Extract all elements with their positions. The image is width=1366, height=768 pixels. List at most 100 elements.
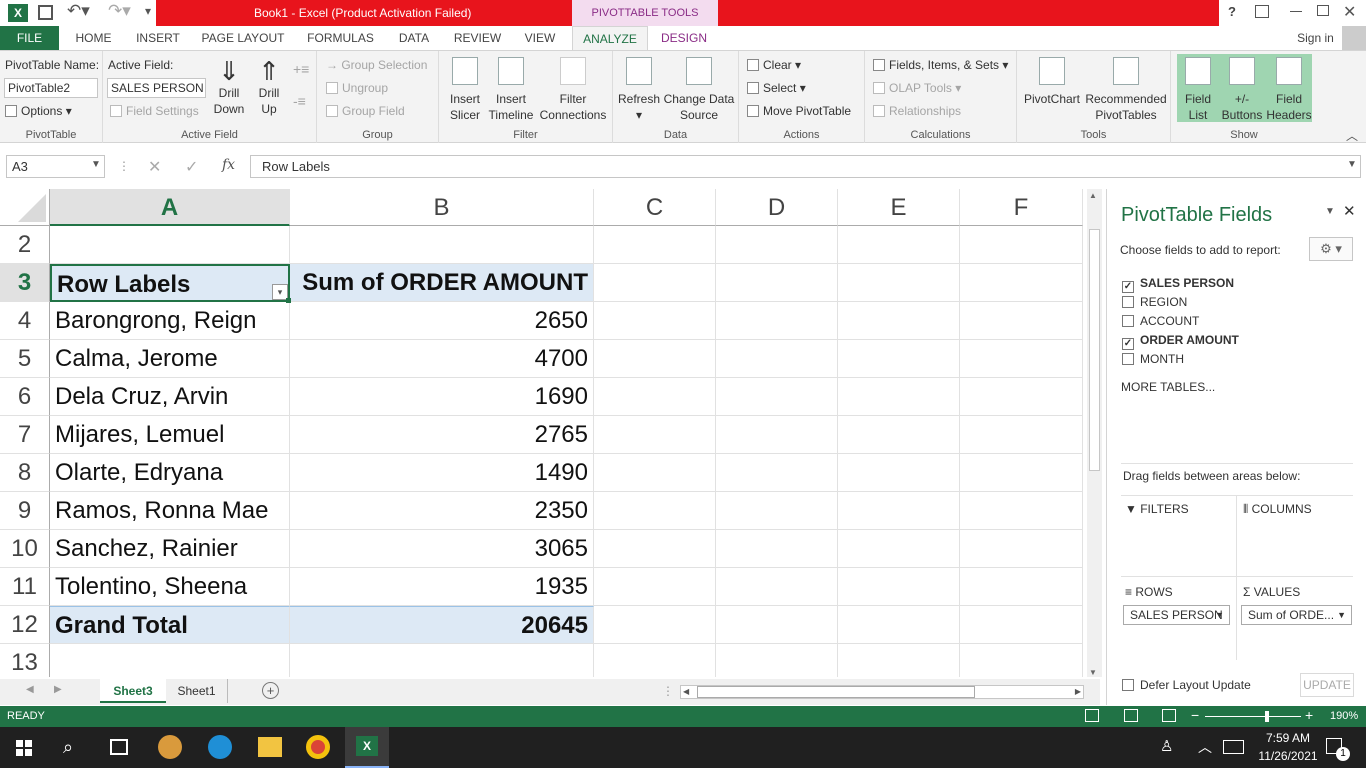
task-view-icon[interactable] — [110, 739, 128, 755]
zoom-in-icon[interactable]: + — [1305, 707, 1313, 723]
drill-up-button[interactable]: ⇑ Drill Up — [253, 57, 285, 117]
pivot-row-value[interactable]: 2765 — [290, 416, 594, 454]
expand-formula-icon[interactable]: ▼ — [1347, 159, 1357, 170]
cell[interactable] — [594, 378, 716, 416]
field-item[interactable]: ✓ SALES PERSON — [1122, 276, 1234, 293]
horizontal-scrollbar[interactable]: ◀ ▶ — [680, 685, 1084, 699]
tab-view[interactable]: VIEW — [520, 26, 560, 50]
pane-options-icon[interactable]: ▼ — [1325, 206, 1335, 217]
paint-app-icon[interactable] — [158, 735, 182, 759]
formula-input[interactable]: Row Labels — [250, 155, 1361, 178]
show-hidden-icons-icon[interactable]: ︿ — [1198, 737, 1212, 757]
vertical-scroll-thumb[interactable] — [1089, 229, 1100, 471]
tab-page-layout[interactable]: PAGE LAYOUT — [199, 26, 287, 50]
row-header[interactable]: 2 — [0, 226, 50, 264]
rows-field-sales-person[interactable]: SALES PERSON ▼ — [1123, 605, 1230, 625]
tab-design[interactable]: DESIGN — [656, 26, 712, 50]
keyboard-icon[interactable] — [1223, 740, 1244, 754]
row-header[interactable]: 10 — [0, 530, 50, 568]
row-header[interactable]: 7 — [0, 416, 50, 454]
cell[interactable] — [594, 492, 716, 530]
change-data-source-button[interactable]: Change Data Source — [661, 57, 737, 123]
row-header[interactable]: 12 — [0, 606, 50, 644]
cell[interactable] — [838, 302, 960, 340]
pivotchart-button[interactable]: PivotChart — [1021, 57, 1083, 107]
field-headers-button[interactable]: Field Headers — [1266, 57, 1312, 123]
row-header[interactable]: 6 — [0, 378, 50, 416]
filter-connections-button[interactable]: Filter Connections — [537, 57, 609, 123]
tab-review[interactable]: REVIEW — [450, 26, 505, 50]
tab-data[interactable]: DATA — [394, 26, 434, 50]
pivot-row-value[interactable]: 2650 — [290, 302, 594, 340]
sign-in-link[interactable]: Sign in — [1293, 26, 1338, 50]
grand-total-label[interactable]: Grand Total — [50, 606, 290, 644]
pivot-row-label[interactable]: Calma, Jerome — [50, 340, 290, 378]
cell[interactable] — [716, 416, 838, 454]
pivot-row-label[interactable]: Tolentino, Sheena — [50, 568, 290, 606]
windows-start-icon[interactable] — [16, 740, 32, 756]
pivot-row-label[interactable]: Barongrong, Reign — [50, 302, 290, 340]
taskbar-date[interactable]: 11/26/2021 — [1252, 749, 1324, 763]
cell[interactable] — [594, 530, 716, 568]
cell[interactable] — [716, 492, 838, 530]
cell[interactable] — [838, 378, 960, 416]
cell[interactable] — [594, 226, 716, 264]
expand-field-icon[interactable]: +≡ — [293, 61, 309, 77]
avatar-icon[interactable] — [1342, 26, 1366, 50]
cell[interactable] — [960, 492, 1083, 530]
row-header[interactable]: 13 — [0, 644, 50, 677]
prev-sheet-icon[interactable]: ◀ — [26, 684, 34, 695]
pivottable-name-input[interactable]: PivotTable2 — [4, 78, 98, 98]
taskbar-time[interactable]: 7:59 AM — [1252, 731, 1324, 745]
clear-button[interactable]: Clear ▾ — [747, 58, 801, 72]
more-tables-link[interactable]: MORE TABLES... — [1121, 380, 1215, 394]
field-item[interactable]: REGION — [1122, 295, 1187, 309]
rows-area[interactable]: ≡ ROWS — [1125, 585, 1173, 599]
row-header[interactable]: 5 — [0, 340, 50, 378]
cell[interactable] — [594, 644, 716, 677]
customize-qat-icon[interactable]: ▾ — [145, 4, 151, 18]
zoom-level[interactable]: 190% — [1330, 710, 1358, 722]
values-field-sum-order[interactable]: Sum of ORDE... ▼ — [1241, 605, 1352, 625]
column-header-d[interactable]: D — [716, 189, 838, 226]
cell[interactable] — [960, 606, 1083, 644]
field-settings-button[interactable]: Field Settings — [110, 104, 199, 118]
collapse-ribbon-icon[interactable]: ︿ — [1346, 127, 1358, 144]
column-header-c[interactable]: C — [594, 189, 716, 226]
pivot-row-label[interactable]: Mijares, Lemuel — [50, 416, 290, 454]
column-header-f[interactable]: F — [960, 189, 1083, 226]
pivot-row-value[interactable]: 4700 — [290, 340, 594, 378]
refresh-button[interactable]: Refresh ▾ — [617, 57, 661, 123]
field-checkbox[interactable]: ✓ — [1122, 338, 1134, 350]
cell[interactable] — [594, 568, 716, 606]
relationships-button[interactable]: Relationships — [873, 104, 961, 118]
normal-view-icon[interactable] — [1085, 709, 1099, 722]
defer-layout-checkbox[interactable]: Defer Layout Update — [1122, 678, 1251, 692]
search-icon[interactable]: ⌕ — [63, 737, 73, 758]
name-box-dropdown-icon[interactable]: ▼ — [91, 159, 101, 170]
cell[interactable] — [960, 644, 1083, 677]
cell[interactable] — [960, 340, 1083, 378]
row-header[interactable]: 11 — [0, 568, 50, 606]
active-field-input[interactable]: SALES PERSON — [107, 78, 206, 98]
cell[interactable] — [838, 226, 960, 264]
column-header-e[interactable]: E — [838, 189, 960, 226]
cell[interactable] — [594, 606, 716, 644]
ribbon-display-options-icon[interactable] — [1255, 5, 1269, 18]
cell[interactable] — [716, 226, 838, 264]
cell[interactable] — [838, 264, 960, 302]
cell[interactable] — [960, 454, 1083, 492]
cell[interactable] — [594, 416, 716, 454]
insert-timeline-button[interactable]: Insert Timeline — [487, 57, 535, 123]
page-layout-view-icon[interactable] — [1124, 709, 1138, 722]
select-button[interactable]: Select ▾ — [747, 81, 806, 95]
cell[interactable] — [594, 302, 716, 340]
group-field-button[interactable]: Group Field — [326, 104, 405, 118]
field-item[interactable]: ✓ ORDER AMOUNT — [1122, 333, 1239, 350]
cell[interactable] — [716, 644, 838, 677]
cell[interactable] — [290, 226, 594, 264]
chrome-browser-icon[interactable] — [306, 735, 330, 759]
cell[interactable] — [594, 454, 716, 492]
field-item[interactable]: MONTH — [1122, 352, 1184, 366]
sheet-tab-sheet3[interactable]: Sheet3 — [100, 679, 166, 703]
